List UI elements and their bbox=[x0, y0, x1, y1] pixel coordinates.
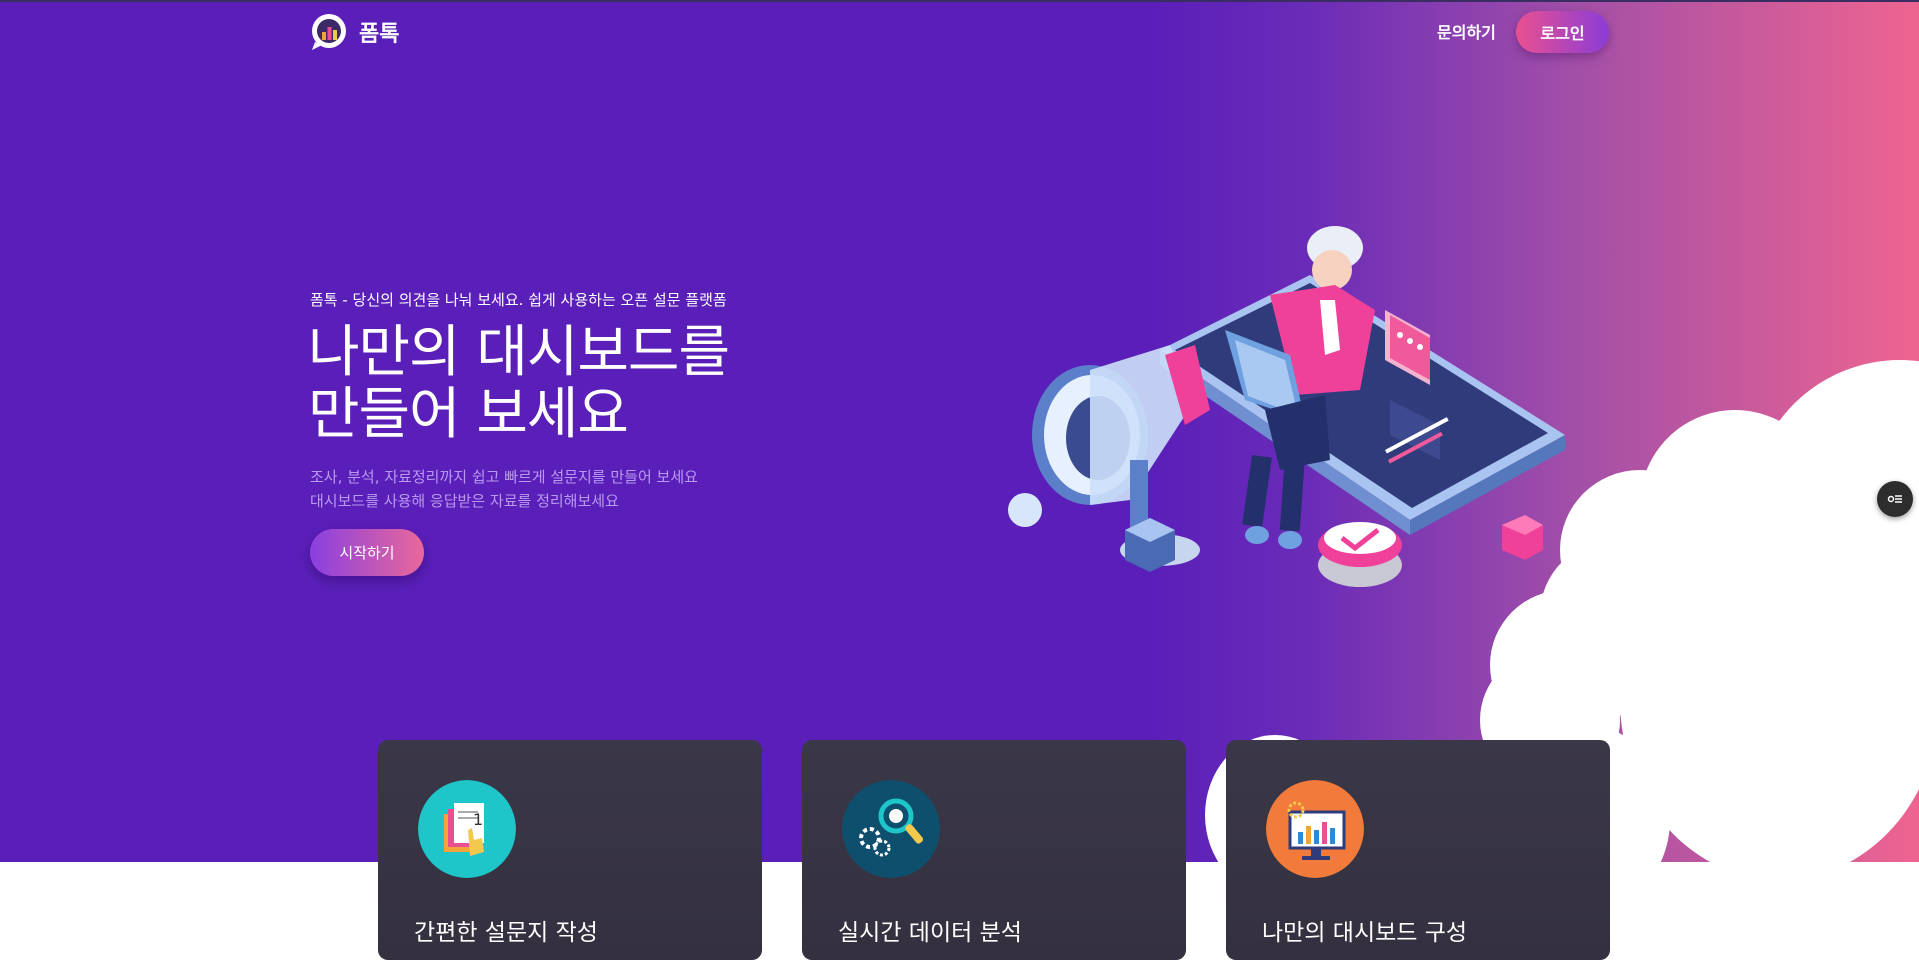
hero-subtext-1: 조사, 분석, 자료정리까지 쉽고 빠르게 설문지를 만들어 보세요 bbox=[310, 468, 698, 486]
hero-tagline: 폼톡 - 당신의 의견을 나눠 보세요. 쉽게 사용하는 오픈 설문 플랫폼 bbox=[310, 291, 727, 309]
feature-card-survey[interactable]: 1 간편한 설문지 작성 bbox=[378, 740, 762, 960]
brand-name: 폼톡 bbox=[359, 22, 400, 47]
monitor-chart-icon bbox=[1266, 780, 1364, 878]
feature-card-dashboard[interactable]: 나만의 대시보드 구성 bbox=[1226, 740, 1610, 960]
login-button[interactable]: 로그인 bbox=[1516, 11, 1609, 53]
chat-chart-icon bbox=[309, 12, 349, 52]
gear-magnifier-icon bbox=[842, 780, 940, 878]
feature-card-analysis[interactable]: 실시간 데이터 분석 bbox=[802, 740, 1186, 960]
headline-line-1: 나만의 대시보드를 bbox=[308, 320, 730, 385]
megaphone-illustration bbox=[1008, 226, 1565, 587]
hero-subtext-2: 대시보드를 사용해 응답받은 자료를 정리해보세요 bbox=[310, 492, 619, 510]
headline-line-2: 만들어 보세요 bbox=[308, 382, 629, 447]
brand-logo[interactable]: 폼톡 bbox=[309, 12, 399, 52]
feature-title: 나만의 대시보드 구성 bbox=[1262, 920, 1468, 946]
hero-section bbox=[0, 0, 1919, 862]
svg-text:1: 1 bbox=[473, 810, 483, 829]
menu-toggle-icon[interactable] bbox=[1877, 481, 1913, 517]
feature-title: 실시간 데이터 분석 bbox=[838, 920, 1022, 946]
hero-headline: 나만의 대시보드를 만들어 보세요 bbox=[308, 320, 730, 447]
start-button[interactable]: 시작하기 bbox=[310, 529, 424, 576]
document-hand-icon: 1 bbox=[418, 780, 516, 878]
feature-title: 간편한 설문지 작성 bbox=[414, 920, 598, 946]
contact-link[interactable]: 문의하기 bbox=[1437, 19, 1496, 43]
